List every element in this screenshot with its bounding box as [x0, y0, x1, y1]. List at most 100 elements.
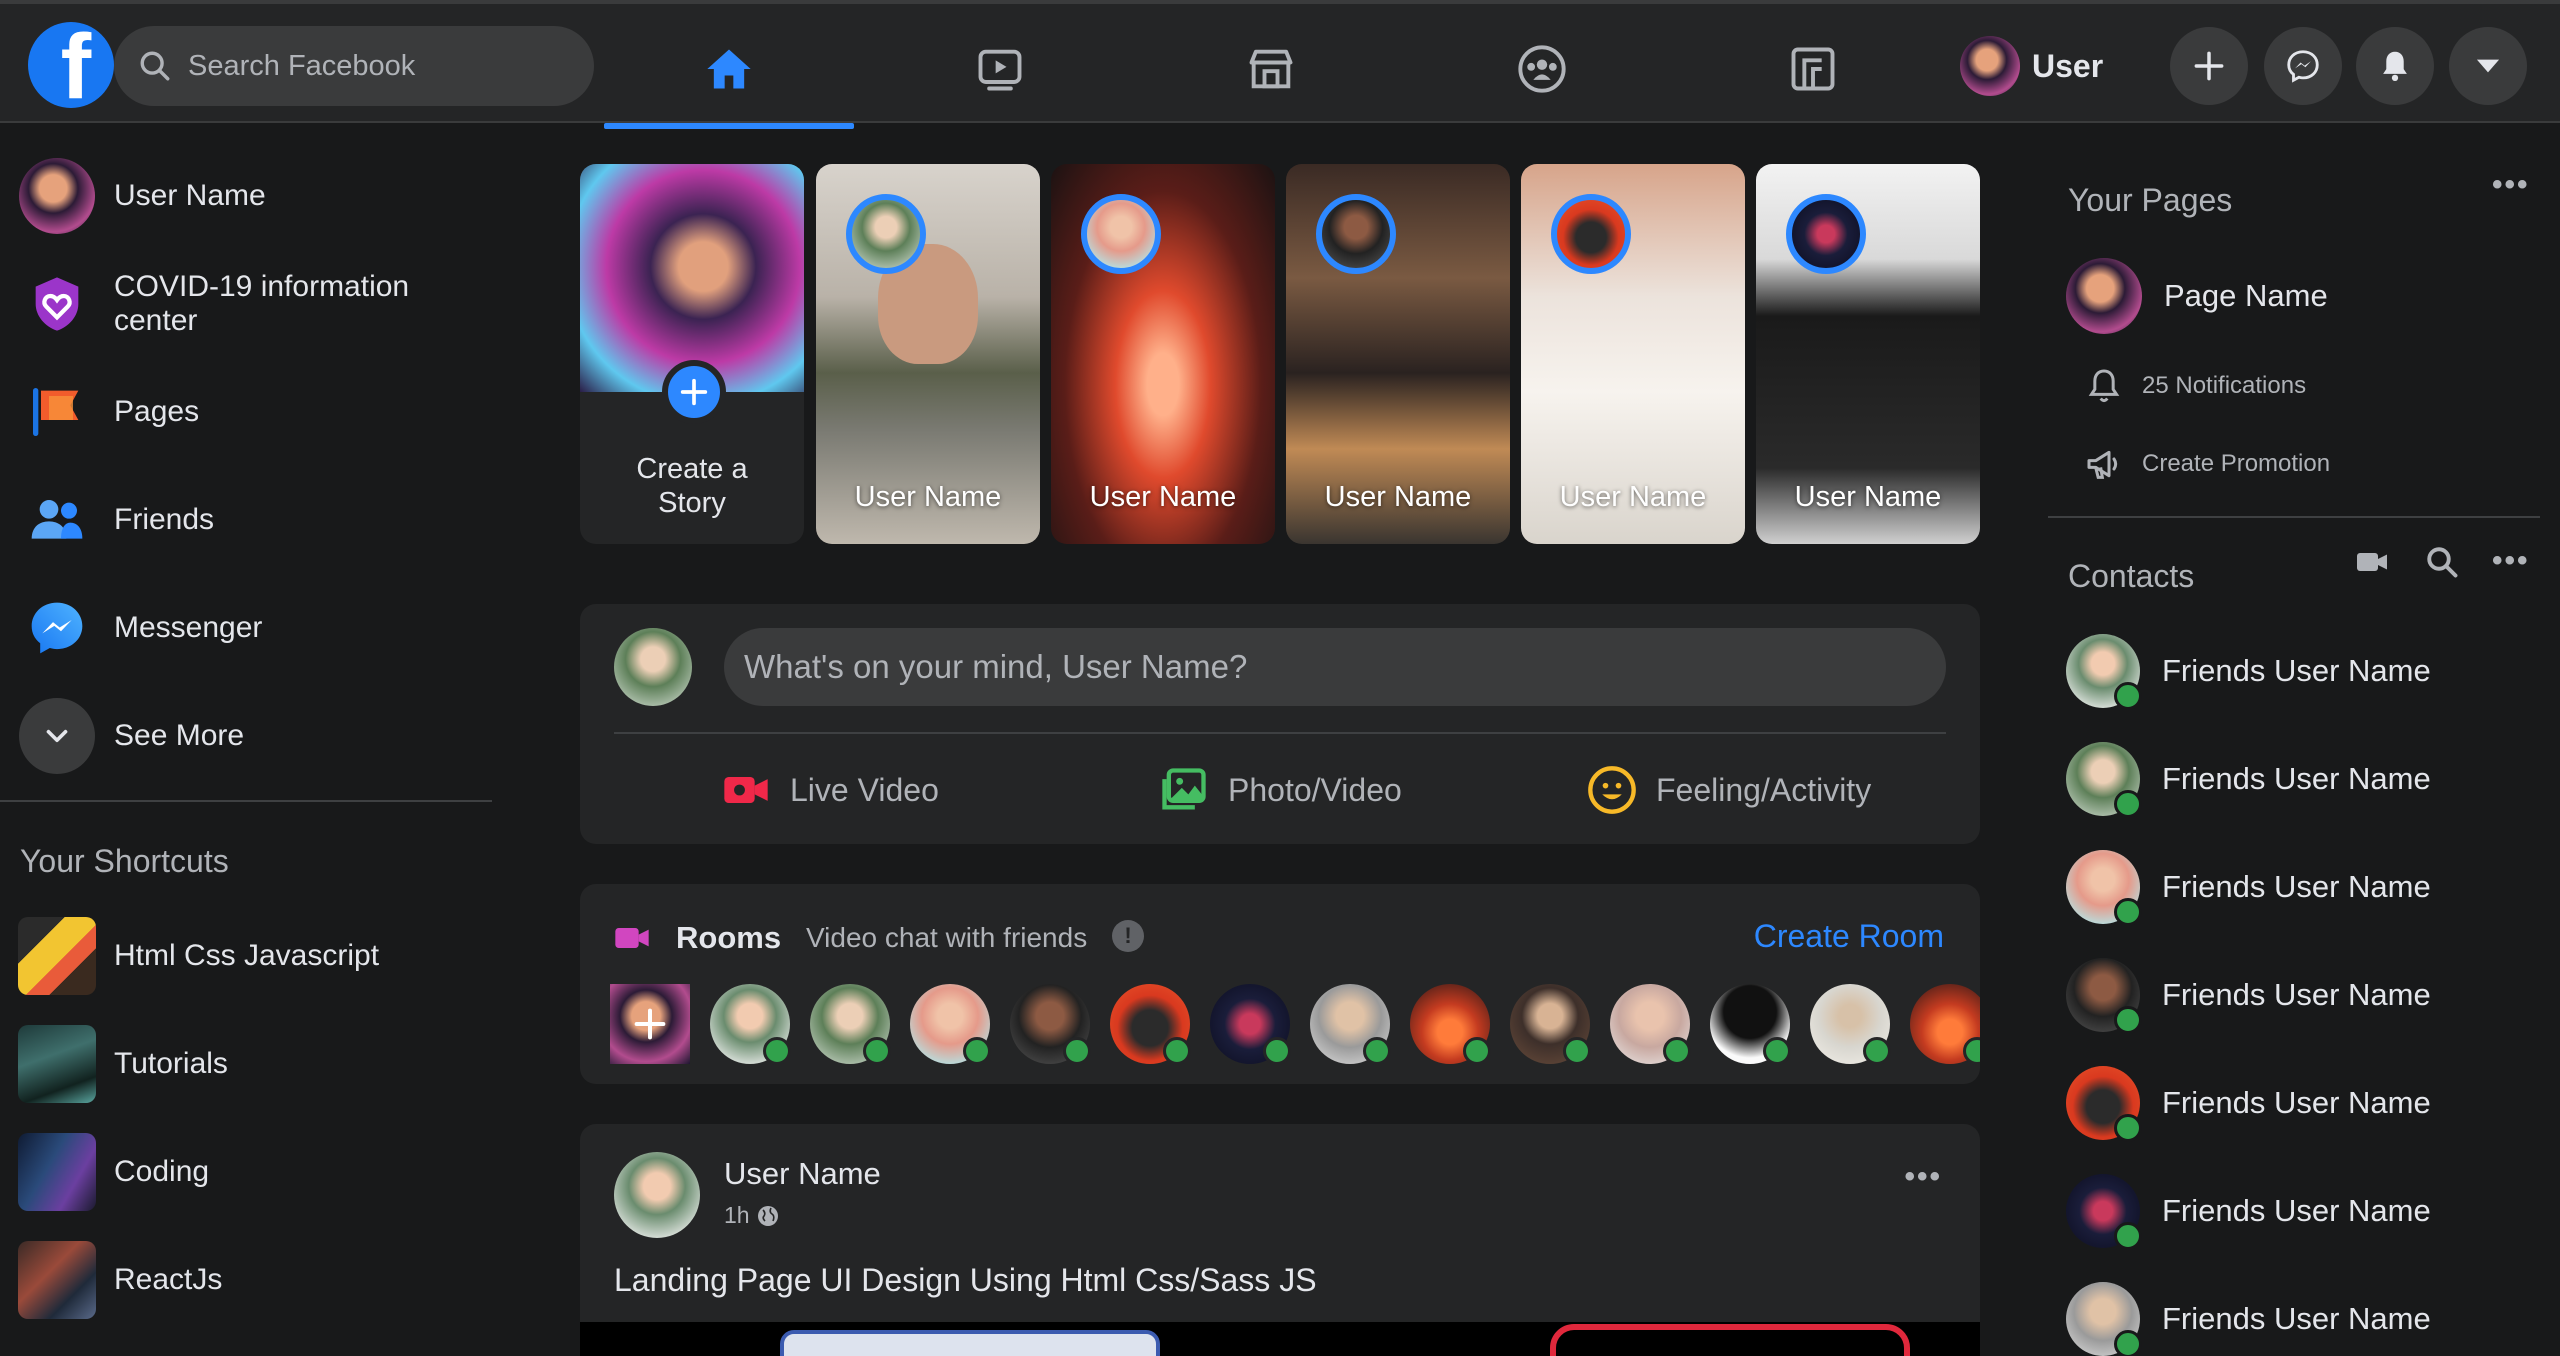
- room-friend-avatar[interactable]: [1910, 984, 1980, 1065]
- your-pages-title: Your Pages: [2068, 182, 2233, 218]
- contact-item[interactable]: Friends User Name: [2066, 1174, 2431, 1250]
- avatar: [2066, 634, 2142, 710]
- composer-divider: [614, 732, 1946, 734]
- account-menu-button[interactable]: [2449, 27, 2527, 105]
- create-button[interactable]: [2170, 27, 2248, 105]
- story-avatar: [1081, 194, 1161, 274]
- post-text: Landing Page UI Design Using Html Css/Sa…: [614, 1262, 1317, 1298]
- room-friend-avatar[interactable]: [1010, 984, 1091, 1065]
- story-user-name: User Name: [1794, 481, 1942, 513]
- tab-marketplace[interactable]: [1146, 10, 1396, 127]
- story-card[interactable]: User Name: [816, 164, 1040, 544]
- notifications-button[interactable]: [2356, 27, 2434, 105]
- room-friend-avatar[interactable]: [1310, 984, 1391, 1065]
- contacts-options-icon[interactable]: •••: [2492, 544, 2530, 578]
- sidebar-item-covid[interactable]: COVID-19 information center: [18, 265, 454, 343]
- avatar: [2066, 958, 2142, 1034]
- status-input[interactable]: What's on your mind, User Name?: [724, 628, 1946, 706]
- post-time[interactable]: 1h: [724, 1202, 750, 1229]
- post-options-icon[interactable]: •••: [1904, 1160, 1942, 1194]
- feeling-activity-button[interactable]: Feeling/Activity: [1586, 764, 1871, 816]
- create-story-card[interactable]: Create a Story: [580, 164, 804, 544]
- avatar: [2066, 850, 2142, 926]
- room-friend-avatar[interactable]: [1410, 984, 1491, 1065]
- story-card[interactable]: User Name: [1286, 164, 1510, 544]
- home-icon: [707, 49, 751, 88]
- header-profile[interactable]: User: [1960, 36, 2103, 96]
- contact-item[interactable]: Friends User Name: [2066, 1282, 2431, 1356]
- story-card[interactable]: User Name: [1756, 164, 1980, 544]
- store-icon: [1249, 49, 1293, 88]
- search-icon: [140, 51, 170, 81]
- contact-item[interactable]: Friends User Name: [2066, 958, 2431, 1034]
- contact-name: Friends User Name: [2162, 869, 2431, 904]
- smiley-icon: [1588, 766, 1636, 814]
- rooms-subtitle: Video chat with friends: [806, 922, 1088, 953]
- story-card[interactable]: User Name: [1051, 164, 1275, 544]
- messenger-button[interactable]: [2264, 27, 2342, 105]
- contact-item[interactable]: Friends User Name: [2066, 1066, 2431, 1142]
- avatar: [614, 628, 692, 706]
- sidebar-item-friends[interactable]: Friends: [18, 481, 214, 559]
- create-room-link[interactable]: Create Room: [1754, 918, 1944, 955]
- video-call-icon[interactable]: [2354, 544, 2390, 580]
- sidebar-item-see-more[interactable]: See More: [18, 697, 244, 775]
- story-card[interactable]: User Name: [1521, 164, 1745, 544]
- avatar[interactable]: [614, 1152, 700, 1238]
- right-sidebar-divider: [2048, 516, 2540, 518]
- contact-item[interactable]: Friends User Name: [2066, 634, 2431, 710]
- create-promotion-link[interactable]: Create Promotion: [2084, 444, 2330, 484]
- contact-name: Friends User Name: [2162, 1085, 2431, 1120]
- room-friend-avatar[interactable]: [810, 984, 891, 1065]
- rooms-card: Rooms Video chat with friends ! Create R…: [580, 884, 1980, 1084]
- bell-icon: [2383, 51, 2407, 82]
- tab-home[interactable]: [604, 10, 854, 129]
- search-placeholder: Search Facebook: [188, 49, 416, 82]
- tab-watch[interactable]: [875, 10, 1125, 127]
- add-story-button[interactable]: [662, 360, 726, 424]
- covid-heart-icon: [35, 277, 79, 331]
- action-label: Feeling/Activity: [1656, 771, 1872, 808]
- sidebar-item-pages[interactable]: Pages: [18, 373, 199, 451]
- live-video-button[interactable]: Live Video: [720, 764, 939, 816]
- rooms-title: Rooms: [676, 920, 782, 955]
- room-friend-avatar[interactable]: [1610, 984, 1691, 1065]
- contact-item[interactable]: Friends User Name: [2066, 742, 2431, 818]
- post-composer: What's on your mind, User Name? Live Vid…: [580, 604, 1980, 844]
- facebook-logo[interactable]: f: [28, 22, 114, 108]
- contacts-title: Contacts: [2068, 558, 2195, 594]
- shortcut-item[interactable]: Tutorials: [18, 1025, 228, 1103]
- room-friend-avatar[interactable]: [1510, 984, 1591, 1065]
- shortcut-item[interactable]: ReactJs: [18, 1241, 222, 1319]
- shortcut-item[interactable]: Coding: [18, 1133, 209, 1211]
- room-friend-avatar[interactable]: [1710, 984, 1791, 1065]
- page-notifications-link[interactable]: 25 Notifications: [2084, 366, 2306, 406]
- contact-item[interactable]: Friends User Name: [2066, 850, 2431, 926]
- shortcut-label: ReactJs: [114, 1263, 223, 1296]
- pages-options-icon[interactable]: •••: [2492, 168, 2530, 202]
- post-author[interactable]: User Name: [724, 1156, 881, 1192]
- room-friend-avatar[interactable]: [910, 984, 991, 1065]
- post-image[interactable]: [580, 1322, 1980, 1356]
- tab-groups[interactable]: [1417, 10, 1667, 127]
- page-item[interactable]: Page Name: [2066, 258, 2328, 334]
- sidebar-item-messenger[interactable]: Messenger: [18, 589, 262, 667]
- sidebar-item-profile[interactable]: User Name: [18, 157, 266, 235]
- sidebar-item-label: See More: [114, 719, 245, 752]
- create-room-button[interactable]: [610, 984, 690, 1064]
- room-friend-avatar[interactable]: [1110, 984, 1191, 1065]
- action-label: Live Video: [790, 771, 939, 808]
- search-input[interactable]: Search Facebook: [114, 26, 594, 106]
- avatar: [2066, 1282, 2142, 1356]
- room-friend-avatar[interactable]: [1210, 984, 1291, 1065]
- story-avatar: [846, 194, 926, 274]
- shortcut-label: Coding: [114, 1155, 210, 1188]
- tab-gaming[interactable]: [1688, 10, 1938, 127]
- room-friend-avatar[interactable]: [710, 984, 791, 1065]
- info-icon[interactable]: !: [1112, 920, 1144, 952]
- photo-video-button[interactable]: Photo/Video: [1158, 764, 1402, 816]
- shortcut-item[interactable]: Html Css Javascript: [18, 917, 379, 995]
- room-friend-avatar[interactable]: [1810, 984, 1891, 1065]
- search-contacts-icon[interactable]: [2424, 544, 2460, 580]
- story-image: [580, 164, 804, 392]
